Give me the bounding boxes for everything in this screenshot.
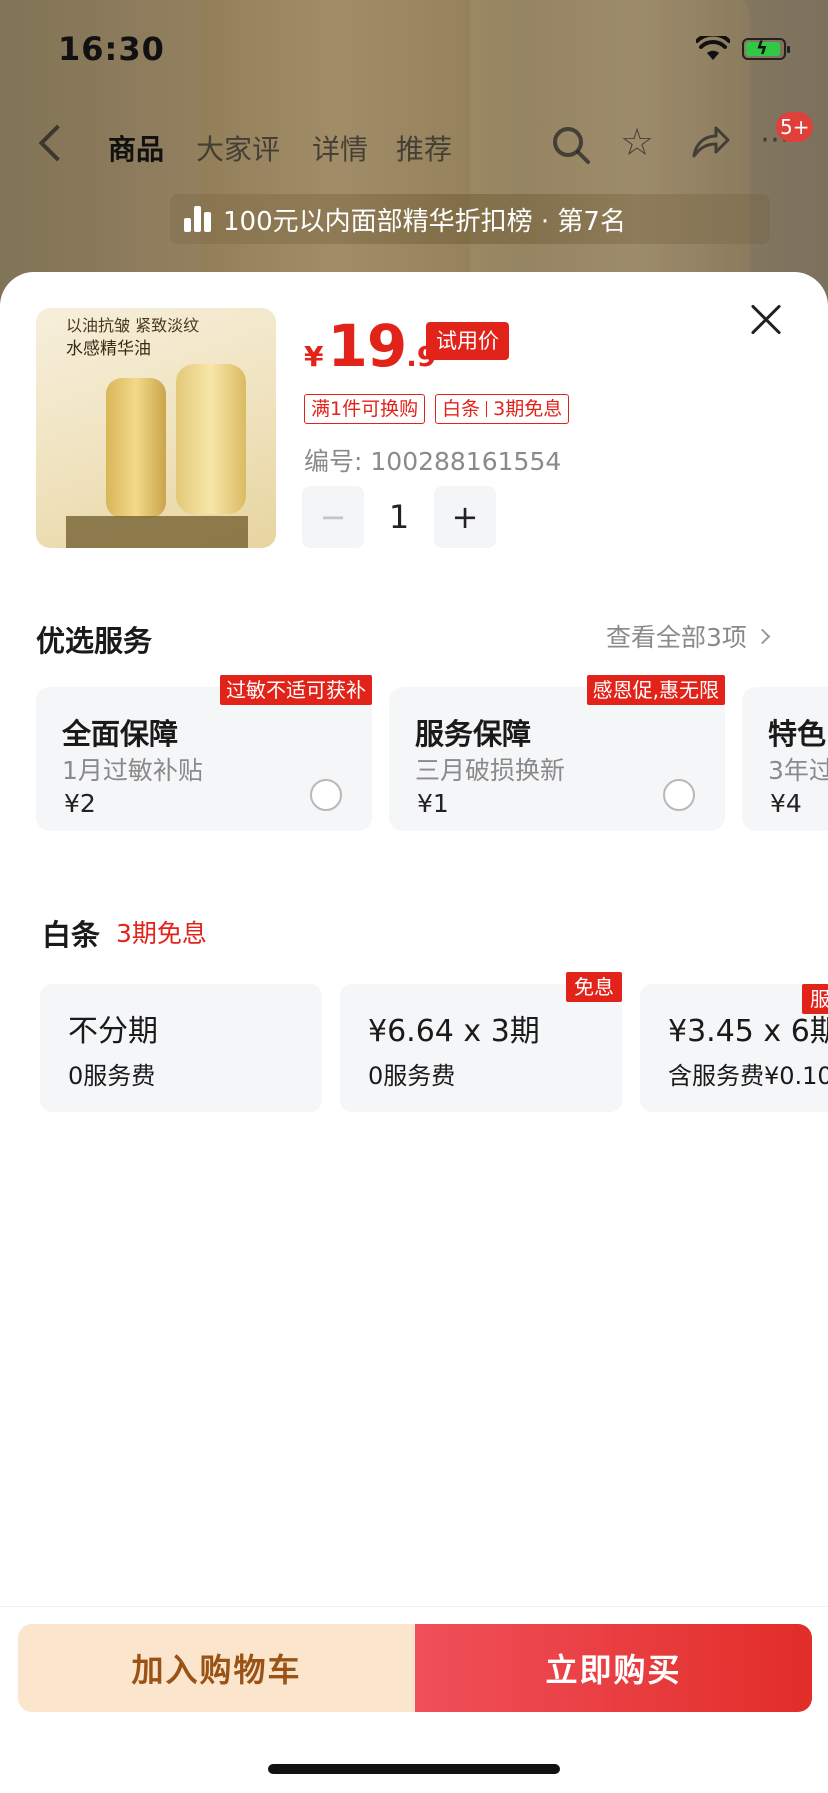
service-ribbon: 过敏不适可获补 — [220, 675, 372, 705]
tab-recommend[interactable]: 推荐 — [396, 128, 452, 168]
share-icon[interactable] — [688, 122, 730, 164]
service-card[interactable]: 感恩促,惠无限 服务保障 三月破损换新 ¥1 — [389, 675, 725, 831]
installment-plan: ¥3.45 x 6期 — [668, 1014, 828, 1049]
ranking-chart-icon — [184, 206, 211, 232]
service-card[interactable]: 特色 3年过 ¥4 — [742, 687, 828, 831]
buy-now-button[interactable]: 立即购买 — [415, 1624, 812, 1712]
installment-option[interactable]: 服 ¥3.45 x 6期 含服务费¥0.10 — [640, 984, 828, 1112]
image-caption: 水感精华油 — [66, 339, 151, 359]
product-bottle-image — [176, 364, 246, 514]
quantity-stepper: − 1 + — [302, 486, 496, 548]
service-name: 特色 — [768, 717, 827, 751]
add-to-cart-button[interactable]: 加入购物车 — [18, 1624, 415, 1712]
ranking-banner[interactable]: 100元以内面部精华折扣榜 · 第7名 — [170, 194, 770, 244]
interest-free-ribbon: 免息 — [566, 972, 622, 1002]
price-type-badge: 试用价 — [426, 322, 509, 360]
wifi-icon — [696, 36, 730, 60]
status-time: 16:30 — [58, 30, 165, 68]
sku-value: 100288161554 — [370, 447, 562, 476]
service-desc: 3年过 — [768, 756, 828, 785]
service-name: 服务保障 — [415, 717, 532, 751]
see-all-services-link[interactable]: 查看全部3项 — [606, 618, 771, 654]
promo-tag-exchange: 满1件可换购 — [304, 394, 426, 424]
installment-plan: 不分期 — [68, 1014, 158, 1049]
baitiao-title: 白条 — [42, 918, 101, 952]
price: ¥ 19 .9 — [304, 312, 436, 380]
image-caption: 以油抗皱 紧致淡纹 — [66, 316, 200, 335]
service-ribbon: 感恩促,惠无限 — [586, 675, 725, 705]
sku-label: 编号: — [304, 447, 363, 476]
search-icon[interactable] — [550, 124, 592, 166]
installment-fee: 含服务费¥0.10 — [668, 1062, 828, 1090]
installment-fee: 0服务费 — [368, 1062, 456, 1090]
installment-option[interactable]: 不分期 0服务费 — [40, 984, 322, 1112]
favorite-star-icon[interactable]: ☆ — [620, 122, 654, 162]
service-price: ¥2 — [64, 789, 96, 818]
installment-plan: ¥6.64 x 3期 — [368, 1014, 540, 1049]
product-thumbnail[interactable]: 以油抗皱 紧致淡纹 水感精华油 — [36, 308, 276, 548]
installment-option[interactable]: 免息 ¥6.64 x 3期 0服务费 — [340, 972, 622, 1112]
service-desc: 三月破损换新 — [415, 756, 566, 785]
service-radio[interactable] — [663, 779, 695, 811]
back-icon[interactable] — [38, 124, 76, 162]
battery-icon: ϟ — [742, 38, 790, 60]
tab-reviews[interactable]: 大家评 — [196, 128, 280, 168]
currency-symbol: ¥ — [304, 340, 324, 373]
sku-number: 编号: 100288161554 — [304, 442, 561, 478]
image-footer-band — [66, 516, 248, 548]
service-name: 全面保障 — [62, 717, 179, 751]
service-price: ¥1 — [417, 789, 449, 818]
quantity-value[interactable]: 1 — [364, 498, 434, 536]
price-integer: 19 — [327, 312, 407, 380]
service-card[interactable]: 过敏不适可获补 全面保障 1月过敏补贴 ¥2 — [36, 675, 372, 831]
services-title: 优选服务 — [36, 624, 153, 658]
close-icon[interactable] — [748, 302, 784, 338]
sku-selection-sheet: 以油抗皱 紧致淡纹 水感精华油 ¥ 19 .9 试用价 满1件可换购 白条 3期… — [0, 272, 828, 1793]
increase-quantity-button[interactable]: + — [434, 486, 496, 548]
ranking-text: 100元以内面部精华折扣榜 · 第7名 — [223, 206, 626, 237]
product-nav-bar: 商品 大家评 详情 推荐 ☆ ⋯ 5+ — [0, 112, 828, 178]
home-indicator[interactable] — [268, 1764, 560, 1774]
baitiao-subtitle: 3期免息 — [116, 919, 207, 948]
footer-divider — [0, 1606, 828, 1607]
promo-tags: 满1件可换购 白条 3期免息 — [304, 394, 570, 424]
tab-product[interactable]: 商品 — [108, 128, 164, 168]
tab-details[interactable]: 详情 — [312, 128, 368, 168]
decrease-quantity-button[interactable]: − — [302, 486, 364, 548]
service-price: ¥4 — [770, 789, 802, 818]
service-radio[interactable] — [310, 779, 342, 811]
cart-count-badge: 5+ — [776, 112, 814, 142]
status-bar: 16:30 ϟ — [0, 0, 828, 100]
chevron-right-icon — [754, 628, 771, 644]
service-desc: 1月过敏补贴 — [62, 756, 203, 785]
product-bottle-image — [106, 378, 166, 518]
installment-fee: 0服务费 — [68, 1062, 156, 1090]
promo-tag-baitiao: 白条 3期免息 — [435, 394, 570, 424]
